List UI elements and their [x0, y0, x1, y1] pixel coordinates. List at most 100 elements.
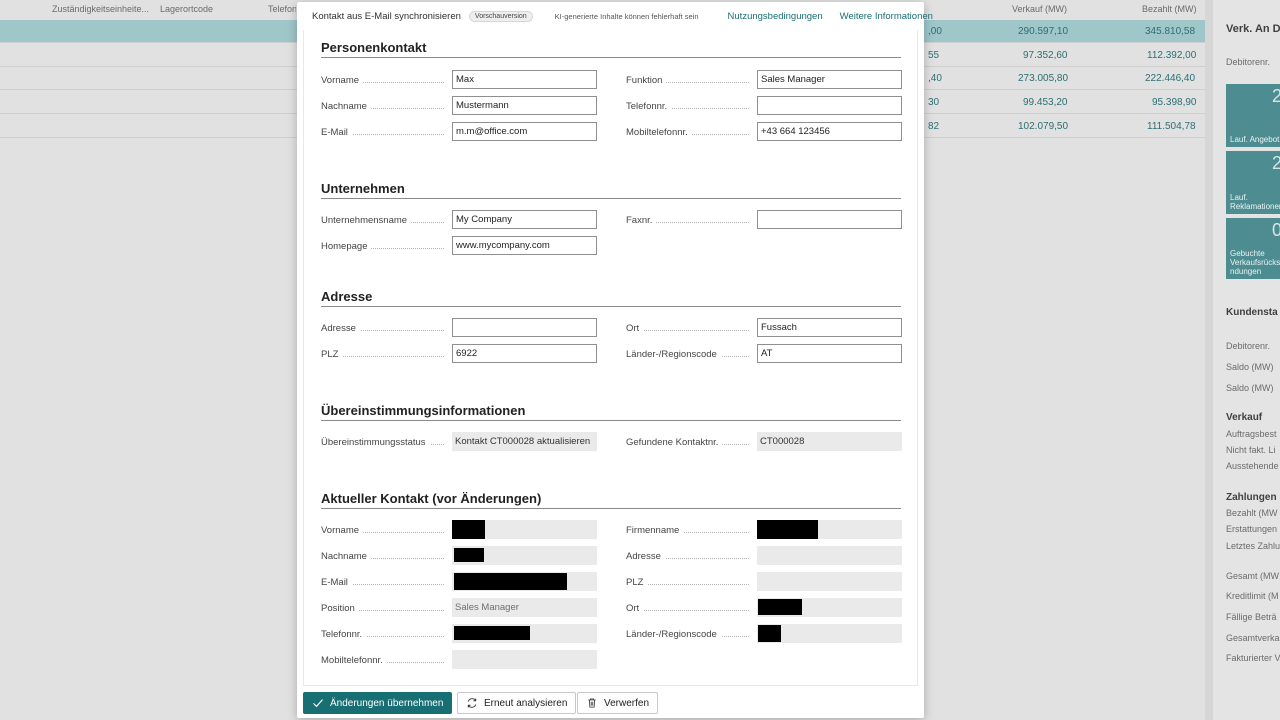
button-label: Änderungen übernehmen — [330, 697, 444, 709]
mobile-input[interactable] — [757, 122, 902, 141]
discard-button[interactable]: Verwerfen — [577, 692, 659, 714]
current-company-value — [757, 520, 902, 539]
field-label: Gefundene Kontaktnr. — [626, 437, 755, 448]
factbox-group-title: Zahlungen — [1226, 492, 1277, 503]
ai-disclaimer: KI-generierte Inhalte können fehlerhaft … — [554, 11, 699, 21]
table-cell-paid: 112.392,00 — [1147, 50, 1197, 61]
field-label: Länder-/Regionscode — [626, 629, 755, 640]
section-title-personal: Personenkontakt — [321, 40, 427, 55]
column-header-phone[interactable]: Telefonnr. — [268, 4, 296, 14]
factbox-field: Gesamtverka — [1226, 633, 1280, 643]
current-first-name-value — [452, 520, 597, 539]
field-label: Faxnr. — [626, 215, 755, 226]
dialog-header: Kontakt aus E-Mail synchronisieren Vorsc… — [297, 2, 933, 30]
field-label: E-Mail — [321, 127, 450, 138]
factbox-group-title: Verkauf — [1226, 412, 1263, 423]
current-country-value — [757, 624, 902, 643]
current-zip-value — [757, 572, 902, 591]
cue-tile-count: 0 — [1271, 220, 1280, 240]
current-city-value — [757, 598, 902, 617]
sync-contact-dialog: Kontakt aus E-Mail synchronisieren Vorsc… — [297, 2, 933, 718]
more-info-link[interactable]: Weitere Informationen — [840, 11, 933, 22]
field-label: Unternehmensname — [321, 215, 450, 226]
factbox-field: Ausstehende — [1226, 461, 1279, 471]
terms-link[interactable]: Nutzungsbedingungen — [728, 11, 823, 22]
table-cell-sales: 99.453,20 — [1023, 97, 1068, 108]
dialog-title: Kontakt aus E-Mail synchronisieren — [312, 10, 461, 22]
field-label: Funktion — [626, 75, 755, 86]
apply-changes-button[interactable]: Änderungen übernehmen — [303, 692, 453, 714]
cue-tile-posted-returns[interactable]: 0 Gebuchte Verkaufsrücks ndungen — [1226, 218, 1280, 279]
field-label: Mobiltelefonnr. — [626, 127, 755, 138]
dialog-content: Personenkontakt Vorname Funktion Nachnam… — [303, 30, 918, 686]
section-title-company: Unternehmen — [321, 181, 405, 196]
country-input[interactable] — [757, 344, 902, 363]
column-header-location[interactable]: Lagerortcode — [160, 4, 213, 14]
refresh-icon — [467, 698, 477, 708]
field-label: Vorname — [321, 525, 450, 536]
current-mobile-value — [452, 650, 597, 669]
button-label: Verwerfen — [604, 697, 650, 709]
redaction-block — [452, 520, 485, 539]
phone-input[interactable] — [757, 96, 902, 115]
factbox-field: Kreditlimit (M — [1226, 591, 1279, 601]
company-name-input[interactable] — [452, 210, 597, 229]
factbox-field: Nicht fakt. Li — [1226, 445, 1276, 455]
factbox-field: Bezahlt (MW — [1226, 508, 1278, 518]
homepage-input[interactable] — [452, 236, 597, 255]
first-name-input[interactable] — [452, 70, 597, 89]
redaction-block — [454, 573, 567, 590]
table-cell-paid: 111.504,78 — [1147, 121, 1196, 132]
last-name-input[interactable] — [452, 96, 597, 115]
button-label: Erneut analysieren — [484, 697, 568, 709]
cue-tile-quotes[interactable]: 2 Lauf. Angebot — [1226, 84, 1280, 147]
match-status-value[interactable]: Kontakt CT000028 aktualisieren — [452, 432, 597, 451]
table-cell-sales: 102.079,50 — [1018, 121, 1069, 132]
cue-tile-label: Lauf. Reklamationen — [1230, 193, 1280, 211]
redaction-block — [757, 520, 818, 539]
field-label: PLZ — [626, 577, 755, 588]
column-header-responsibility[interactable]: Zuständigkeitseinheite... — [52, 4, 149, 14]
factbox-subtitle: Debitorenr. — [1226, 57, 1271, 67]
field-label: Nachname — [321, 551, 450, 562]
redaction-block — [758, 599, 802, 615]
field-label: Nachname — [321, 101, 450, 112]
redaction-block — [454, 626, 530, 640]
redaction-block — [758, 625, 781, 642]
table-cell: 82 — [928, 121, 940, 132]
factbox-field: Saldo (MW) — [1226, 362, 1274, 372]
factbox-field: Erstattungen — [1226, 524, 1278, 534]
table-cell-sales: 290.597,10 — [1018, 26, 1069, 37]
field-label: Telefonnr. — [626, 101, 755, 112]
field-label: Länder-/Regionscode — [626, 349, 755, 360]
field-label: Adresse — [321, 323, 450, 334]
current-phone-value — [452, 624, 597, 643]
cue-tile-returns[interactable]: 2 Lauf. Reklamationen — [1226, 151, 1280, 214]
field-label: Firmenname — [626, 525, 755, 536]
cue-tile-label: Lauf. Angebot — [1230, 135, 1280, 144]
table-cell-paid: 222.446,40 — [1145, 73, 1196, 84]
fax-input[interactable] — [757, 210, 902, 229]
section-divider — [321, 508, 901, 509]
section-divider — [321, 57, 901, 58]
section-divider — [321, 306, 901, 307]
zip-input[interactable] — [452, 344, 597, 363]
table-cell-sales: 273.005,80 — [1018, 73, 1069, 84]
city-input[interactable] — [757, 318, 902, 337]
current-address-value — [757, 546, 902, 565]
field-label: Adresse — [626, 551, 755, 562]
field-label: Telefonnr. — [321, 629, 450, 640]
factbox-field: Saldo (MW) — [1226, 383, 1274, 393]
column-header-paid[interactable]: Bezahlt (MW) — [1142, 4, 1197, 14]
function-input[interactable] — [757, 70, 902, 89]
column-header-sales[interactable]: Verkauf (MW) — [1012, 4, 1067, 14]
current-position-value: Sales Manager — [452, 598, 597, 617]
preview-badge: Vorschauversion — [468, 10, 533, 22]
field-label: PLZ — [321, 349, 450, 360]
address-input[interactable] — [452, 318, 597, 337]
checkmark-icon — [313, 699, 323, 708]
reanalyze-button[interactable]: Erneut analysieren — [457, 692, 577, 714]
found-contact-value[interactable]: CT000028 — [757, 432, 902, 451]
email-input[interactable] — [452, 122, 597, 141]
current-last-name-value — [452, 546, 597, 565]
